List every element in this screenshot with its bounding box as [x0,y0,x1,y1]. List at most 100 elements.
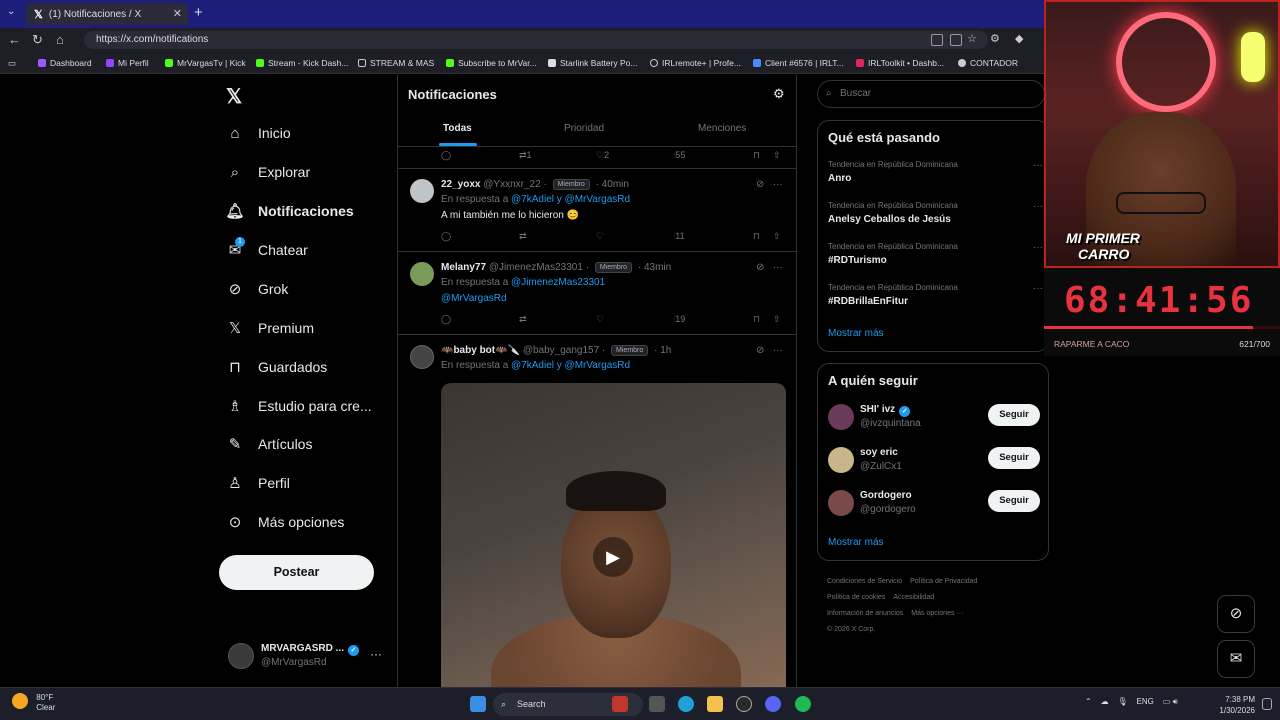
shield-icon[interactable]: ◆ [1015,32,1023,45]
follow-button[interactable]: Seguir [988,404,1040,426]
bookmarks-menu-icon[interactable]: ▭ [8,58,16,69]
bookmark-icon[interactable]: ⊓ [753,150,760,161]
nav-item-estudio[interactable]: ♗ Estudio para cre... [226,397,371,415]
author-handle[interactable]: @JimenezMas23301 [489,262,583,273]
bookmark-item[interactable]: Client #6576 | IRLT... [753,58,844,68]
tweet-card[interactable]: 22_yoxx @Yxxnxr_22 · Miembro · 40min ⊘ ·… [398,169,796,252]
reply-mentions[interactable]: @MrVargasRd [441,293,507,304]
tweet-time[interactable]: 1h [660,345,671,356]
tab-menu-icon[interactable]: ⌄ [7,6,15,17]
trend-item[interactable]: Tendencia en República Dominicana Anelsy… [828,201,1043,225]
follow-suggestion[interactable]: SHI' ivz ✓ @ivzquintana Seguir [828,402,1040,434]
reply-icon[interactable]: ◯ [441,150,451,161]
nav-item-grok[interactable]: ⊘ Grok [226,280,289,298]
home-browser-icon[interactable]: ⌂ [56,32,64,47]
nav-item-articulos[interactable]: ✎ Artículos [226,435,313,453]
views-icon[interactable]: ⫶ 11 [673,231,685,242]
reply-icon[interactable]: ◯ [441,314,451,325]
show-more-link[interactable]: Mostrar más [828,328,884,339]
back-icon[interactable]: ← [8,32,21,47]
follow-suggestion[interactable]: soy eric @ZulCx1 Seguir [828,445,1040,477]
volume-icon[interactable]: 🔊︎ [1173,697,1178,706]
read-aloud-icon[interactable] [950,34,962,46]
author-name[interactable]: 🦇baby bot🦇🔪 [441,345,520,356]
bookmark-item[interactable]: Starlink Battery Po... [548,58,637,68]
system-tray[interactable]: ⌃ ☁ 🎙︎ ENG ▭ 🔊︎ [1085,697,1178,707]
follow-button[interactable]: Seguir [988,447,1040,469]
bookmark-item[interactable]: Subscribe to MrVar... [446,58,537,68]
start-icon[interactable] [470,696,486,712]
spotify-icon[interactable] [795,696,811,712]
more-dots-icon[interactable]: ··· [370,647,382,661]
bookmark-item[interactable]: Mi Perfil [106,58,149,68]
discord-icon[interactable] [765,696,781,712]
url-field[interactable]: https://x.com/notifications [84,31,988,49]
more-dots-icon[interactable]: ··· [1033,160,1043,171]
grok-icon[interactable]: ⊘ [756,179,764,190]
author-name[interactable]: 22_yoxx [441,179,480,190]
footer-link[interactable]: Condiciones de Servicio [827,578,902,585]
retweet-icon[interactable]: ⇄ [519,314,527,325]
edge-icon[interactable] [678,696,694,712]
more-dots-icon[interactable]: ··· [1033,283,1043,294]
microphone-icon[interactable]: 🎙︎ [1117,697,1127,706]
cloud-icon[interactable]: ☁ [1101,697,1109,706]
tab-prioridad[interactable]: Prioridad [564,123,604,134]
like-icon[interactable]: ♡ [596,231,604,242]
retweet-icon[interactable]: ⇄ [519,231,527,242]
tab-menciones[interactable]: Menciones [698,123,746,134]
task-view-icon[interactable] [649,696,665,712]
grok-icon[interactable]: ⊘ [756,345,764,356]
footer-link[interactable]: Política de Privacidad [910,578,977,585]
follow-button[interactable]: Seguir [988,490,1040,512]
tweet-card[interactable]: 🦇baby bot🦇🔪 @baby_gang157 · Miembro · 1h… [398,335,796,687]
trend-item[interactable]: Tendencia en República Dominicana #RDBri… [828,283,1043,307]
share-icon[interactable]: ⇧ [773,150,781,161]
show-more-link[interactable]: Mostrar más [828,537,884,548]
reply-mentions[interactable]: @JimenezMas23301 [511,277,605,288]
views-icon[interactable]: ⫶ 19 [673,314,685,325]
bookmark-item[interactable]: CONTADOR [958,58,1018,68]
bookmark-icon[interactable]: ⊓ [753,314,760,325]
search-input[interactable]: ⌕ Buscar [817,80,1045,108]
reply-mentions[interactable]: @7kAdiel y @MrVargasRd [511,360,630,371]
reply-icon[interactable]: ◯ [441,231,451,242]
reader-icon[interactable] [931,34,943,46]
chevron-up-icon[interactable]: ⌃ [1085,697,1092,706]
like-icon[interactable]: ♡ 2 [596,150,609,161]
clock[interactable]: 7:38 PM 1/30/2026 [1210,694,1255,716]
nav-item-perfil[interactable]: ♙ Perfil [226,474,290,492]
nav-item-premium[interactable]: 𝕏 Premium [226,319,314,337]
messages-fab-icon[interactable]: ✉ [1217,640,1255,678]
avatar[interactable] [828,490,854,516]
nav-item-explorar[interactable]: ⌕ Explorar [226,163,310,181]
footer-link[interactable]: Información de anuncios [827,610,903,617]
follow-suggestion[interactable]: Gordogero @gordogero Seguir [828,488,1040,520]
nav-item-chatear[interactable]: ✉ 1 Chatear [226,237,308,259]
account-switcher[interactable]: MRVARGASRD ... ✓ @MrVargasRd ··· [228,640,388,676]
bookmark-folder[interactable]: STREAM & MAS [358,58,434,68]
author-handle[interactable]: @Yxxnxr_22 [483,179,540,190]
share-icon[interactable]: ⇧ [773,314,781,325]
more-dots-icon[interactable]: ··· [773,345,783,356]
avatar[interactable] [410,345,434,369]
bookmark-item[interactable]: Stream - Kick Dash... [256,58,348,68]
gear-icon[interactable]: ⚙ [773,86,785,102]
avatar[interactable] [410,179,434,203]
bookmark-icon[interactable]: ⊓ [753,231,760,242]
footer-link[interactable]: Accesibilidad [893,594,934,601]
bookmark-item[interactable]: IRLToolkit • Dashb... [856,58,944,68]
author-name[interactable]: Melany77 [441,262,486,273]
tweet-time[interactable]: 43min [644,262,671,273]
nav-item-inicio[interactable]: ⌂ Inicio [226,124,290,142]
weather-widget[interactable]: 80°F Clear [12,693,55,713]
notifications-icon[interactable] [1262,698,1272,710]
avatar[interactable] [410,262,434,286]
bookmark-item[interactable]: IRLremote+ | Profe... [650,58,741,68]
post-button[interactable]: Postear [219,555,374,590]
share-icon[interactable]: ⇧ [773,231,781,242]
trend-item[interactable]: Tendencia en República Dominicana #RDTur… [828,242,1043,266]
author-handle[interactable]: @baby_gang157 [523,345,599,356]
more-dots-icon[interactable]: ··· [773,262,783,273]
grok-fab-icon[interactable]: ⊘ [1217,595,1255,633]
